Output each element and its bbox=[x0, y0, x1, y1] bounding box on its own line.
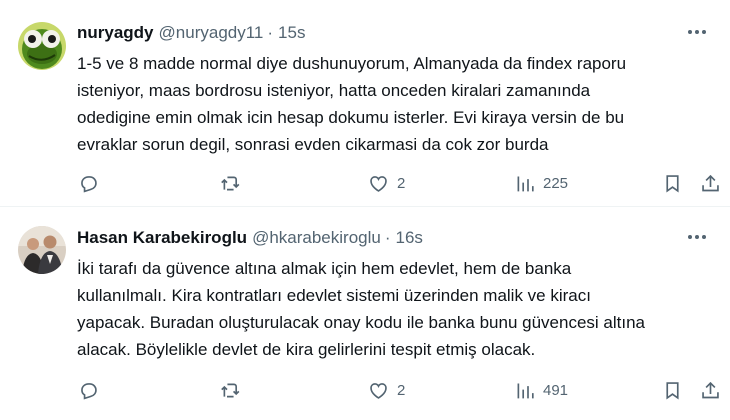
retweet-icon bbox=[221, 176, 240, 190]
share-icon bbox=[702, 381, 719, 398]
bookmark-icon bbox=[666, 381, 679, 400]
like-button[interactable]: 2 bbox=[368, 173, 405, 194]
view-count: 491 bbox=[543, 381, 569, 399]
reply-button[interactable] bbox=[78, 380, 99, 401]
views-button[interactable]: 491 bbox=[514, 380, 568, 401]
like-count: 2 bbox=[397, 174, 406, 192]
person-photo-avatar-icon[interactable] bbox=[18, 226, 66, 274]
frog-avatar-icon[interactable] bbox=[18, 22, 66, 70]
separator-dot: · bbox=[384, 228, 391, 247]
heart-icon bbox=[370, 175, 387, 192]
retweet-button[interactable] bbox=[220, 380, 241, 401]
views-chart-icon bbox=[517, 383, 534, 398]
tweet-text: 1-5 ve 8 madde normal diye dushunuyorum,… bbox=[77, 54, 627, 154]
tweet-header: nuryagdy @nuryagdy11 · 15s bbox=[77, 22, 714, 44]
tweet-content: Hasan Karabekiroglu @hkarabekiroglu · 16… bbox=[77, 227, 714, 363]
tweet-actions: 2 225 bbox=[77, 171, 719, 195]
share-button[interactable] bbox=[700, 173, 721, 194]
share-icon bbox=[702, 174, 719, 191]
author-handle[interactable]: @hkarabekiroglu bbox=[252, 228, 381, 248]
views-button[interactable]: 225 bbox=[514, 173, 568, 194]
bookmark-icon bbox=[666, 174, 679, 193]
tweet-header: Hasan Karabekiroglu @hkarabekiroglu · 16… bbox=[77, 227, 714, 249]
tweet-text: İki tarafı da güvence altına almak için … bbox=[77, 259, 645, 359]
bookmark-button[interactable] bbox=[662, 173, 683, 194]
like-button[interactable]: 2 bbox=[368, 380, 405, 401]
author-name[interactable]: nuryagdy bbox=[77, 23, 154, 43]
timestamp[interactable]: 16s bbox=[396, 228, 423, 248]
reply-icon bbox=[81, 175, 97, 193]
more-dots-icon[interactable] bbox=[684, 21, 710, 43]
author-name[interactable]: Hasan Karabekiroglu bbox=[77, 228, 247, 248]
views-chart-icon bbox=[517, 176, 534, 191]
like-count: 2 bbox=[397, 381, 406, 399]
more-dots-icon[interactable] bbox=[684, 226, 710, 248]
retweet-icon bbox=[221, 383, 240, 397]
heart-icon bbox=[370, 382, 387, 399]
share-button[interactable] bbox=[700, 380, 721, 401]
view-count: 225 bbox=[543, 174, 569, 192]
separator-dot: · bbox=[267, 23, 274, 42]
reply-button[interactable] bbox=[78, 173, 99, 194]
tweet-1[interactable]: nuryagdy @nuryagdy11 · 15s 1-5 ve 8 madd… bbox=[0, 0, 730, 207]
reply-icon bbox=[81, 382, 97, 400]
author-handle[interactable]: @nuryagdy11 bbox=[159, 23, 264, 43]
bookmark-button[interactable] bbox=[662, 380, 683, 401]
tweet-actions: 2 491 bbox=[77, 378, 719, 402]
tweet-content: nuryagdy @nuryagdy11 · 15s 1-5 ve 8 madd… bbox=[77, 22, 714, 158]
timestamp[interactable]: 15s bbox=[278, 23, 305, 43]
tweet-2[interactable]: Hasan Karabekiroglu @hkarabekiroglu · 16… bbox=[0, 207, 730, 420]
retweet-button[interactable] bbox=[220, 173, 241, 194]
